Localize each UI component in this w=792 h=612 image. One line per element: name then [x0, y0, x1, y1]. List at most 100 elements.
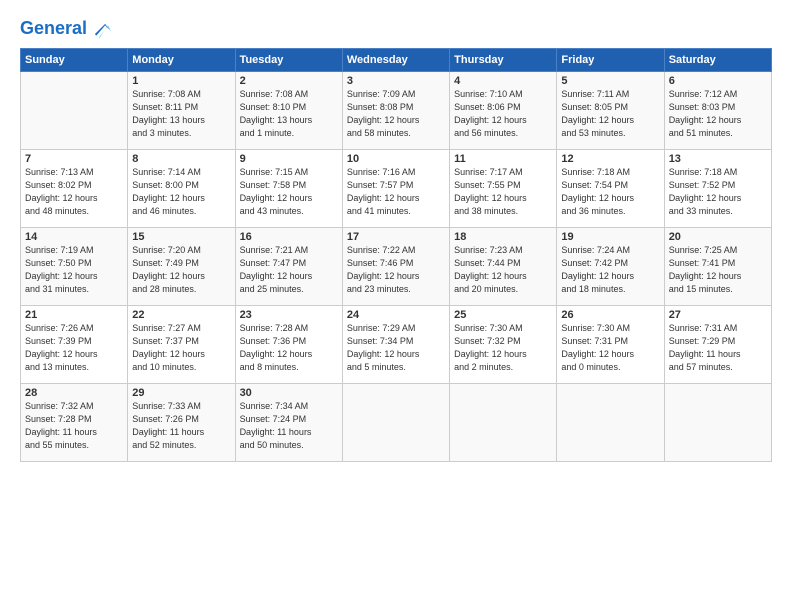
day-number: 3: [347, 75, 445, 87]
day-number: 14: [25, 231, 123, 243]
week-row-3: 14Sunrise: 7:19 AM Sunset: 7:50 PM Dayli…: [21, 228, 772, 306]
page-header: General: [20, 18, 772, 36]
day-info: Sunrise: 7:31 AM Sunset: 7:29 PM Dayligh…: [669, 322, 767, 374]
day-cell: 20Sunrise: 7:25 AM Sunset: 7:41 PM Dayli…: [664, 228, 771, 306]
day-number: 11: [454, 153, 552, 165]
day-cell: 3Sunrise: 7:09 AM Sunset: 8:08 PM Daylig…: [342, 72, 449, 150]
day-number: 5: [561, 75, 659, 87]
day-info: Sunrise: 7:28 AM Sunset: 7:36 PM Dayligh…: [240, 322, 338, 374]
day-cell: 29Sunrise: 7:33 AM Sunset: 7:26 PM Dayli…: [128, 384, 235, 462]
day-info: Sunrise: 7:27 AM Sunset: 7:37 PM Dayligh…: [132, 322, 230, 374]
day-number: 24: [347, 309, 445, 321]
day-cell: 6Sunrise: 7:12 AM Sunset: 8:03 PM Daylig…: [664, 72, 771, 150]
day-info: Sunrise: 7:14 AM Sunset: 8:00 PM Dayligh…: [132, 166, 230, 218]
day-cell: 1Sunrise: 7:08 AM Sunset: 8:11 PM Daylig…: [128, 72, 235, 150]
week-row-4: 21Sunrise: 7:26 AM Sunset: 7:39 PM Dayli…: [21, 306, 772, 384]
day-number: 23: [240, 309, 338, 321]
day-cell: 2Sunrise: 7:08 AM Sunset: 8:10 PM Daylig…: [235, 72, 342, 150]
day-number: 30: [240, 387, 338, 399]
day-cell: 9Sunrise: 7:15 AM Sunset: 7:58 PM Daylig…: [235, 150, 342, 228]
week-row-5: 28Sunrise: 7:32 AM Sunset: 7:28 PM Dayli…: [21, 384, 772, 462]
day-number: 9: [240, 153, 338, 165]
day-number: 4: [454, 75, 552, 87]
day-info: Sunrise: 7:17 AM Sunset: 7:55 PM Dayligh…: [454, 166, 552, 218]
day-cell: 14Sunrise: 7:19 AM Sunset: 7:50 PM Dayli…: [21, 228, 128, 306]
day-cell: 5Sunrise: 7:11 AM Sunset: 8:05 PM Daylig…: [557, 72, 664, 150]
day-info: Sunrise: 7:10 AM Sunset: 8:06 PM Dayligh…: [454, 88, 552, 140]
day-number: 27: [669, 309, 767, 321]
day-cell: 18Sunrise: 7:23 AM Sunset: 7:44 PM Dayli…: [450, 228, 557, 306]
calendar-table: SundayMondayTuesdayWednesdayThursdayFrid…: [20, 48, 772, 462]
day-cell: [664, 384, 771, 462]
day-info: Sunrise: 7:15 AM Sunset: 7:58 PM Dayligh…: [240, 166, 338, 218]
week-row-1: 1Sunrise: 7:08 AM Sunset: 8:11 PM Daylig…: [21, 72, 772, 150]
day-number: 28: [25, 387, 123, 399]
day-cell: 11Sunrise: 7:17 AM Sunset: 7:55 PM Dayli…: [450, 150, 557, 228]
logo-text: General: [20, 18, 87, 40]
day-info: Sunrise: 7:08 AM Sunset: 8:10 PM Dayligh…: [240, 88, 338, 140]
day-cell: 16Sunrise: 7:21 AM Sunset: 7:47 PM Dayli…: [235, 228, 342, 306]
day-cell: 22Sunrise: 7:27 AM Sunset: 7:37 PM Dayli…: [128, 306, 235, 384]
day-info: Sunrise: 7:25 AM Sunset: 7:41 PM Dayligh…: [669, 244, 767, 296]
day-info: Sunrise: 7:30 AM Sunset: 7:32 PM Dayligh…: [454, 322, 552, 374]
day-info: Sunrise: 7:09 AM Sunset: 8:08 PM Dayligh…: [347, 88, 445, 140]
day-info: Sunrise: 7:18 AM Sunset: 7:54 PM Dayligh…: [561, 166, 659, 218]
day-cell: 15Sunrise: 7:20 AM Sunset: 7:49 PM Dayli…: [128, 228, 235, 306]
header-wednesday: Wednesday: [342, 49, 449, 72]
day-cell: 10Sunrise: 7:16 AM Sunset: 7:57 PM Dayli…: [342, 150, 449, 228]
day-number: 25: [454, 309, 552, 321]
day-info: Sunrise: 7:29 AM Sunset: 7:34 PM Dayligh…: [347, 322, 445, 374]
day-number: 6: [669, 75, 767, 87]
day-number: 1: [132, 75, 230, 87]
header-tuesday: Tuesday: [235, 49, 342, 72]
day-number: 8: [132, 153, 230, 165]
week-row-2: 7Sunrise: 7:13 AM Sunset: 8:02 PM Daylig…: [21, 150, 772, 228]
header-monday: Monday: [128, 49, 235, 72]
day-number: 21: [25, 309, 123, 321]
day-info: Sunrise: 7:18 AM Sunset: 7:52 PM Dayligh…: [669, 166, 767, 218]
day-cell: 17Sunrise: 7:22 AM Sunset: 7:46 PM Dayli…: [342, 228, 449, 306]
day-info: Sunrise: 7:24 AM Sunset: 7:42 PM Dayligh…: [561, 244, 659, 296]
header-saturday: Saturday: [664, 49, 771, 72]
day-number: 22: [132, 309, 230, 321]
logo: General: [20, 18, 111, 36]
day-number: 16: [240, 231, 338, 243]
day-number: 17: [347, 231, 445, 243]
day-info: Sunrise: 7:21 AM Sunset: 7:47 PM Dayligh…: [240, 244, 338, 296]
day-info: Sunrise: 7:19 AM Sunset: 7:50 PM Dayligh…: [25, 244, 123, 296]
day-cell: [21, 72, 128, 150]
day-cell: 21Sunrise: 7:26 AM Sunset: 7:39 PM Dayli…: [21, 306, 128, 384]
day-cell: 25Sunrise: 7:30 AM Sunset: 7:32 PM Dayli…: [450, 306, 557, 384]
day-info: Sunrise: 7:34 AM Sunset: 7:24 PM Dayligh…: [240, 400, 338, 452]
day-cell: [342, 384, 449, 462]
calendar-header-row: SundayMondayTuesdayWednesdayThursdayFrid…: [21, 49, 772, 72]
day-info: Sunrise: 7:20 AM Sunset: 7:49 PM Dayligh…: [132, 244, 230, 296]
day-info: Sunrise: 7:22 AM Sunset: 7:46 PM Dayligh…: [347, 244, 445, 296]
day-info: Sunrise: 7:12 AM Sunset: 8:03 PM Dayligh…: [669, 88, 767, 140]
day-cell: 19Sunrise: 7:24 AM Sunset: 7:42 PM Dayli…: [557, 228, 664, 306]
day-number: 2: [240, 75, 338, 87]
day-number: 13: [669, 153, 767, 165]
day-number: 15: [132, 231, 230, 243]
day-cell: 30Sunrise: 7:34 AM Sunset: 7:24 PM Dayli…: [235, 384, 342, 462]
header-sunday: Sunday: [21, 49, 128, 72]
day-number: 12: [561, 153, 659, 165]
day-number: 18: [454, 231, 552, 243]
day-cell: [557, 384, 664, 462]
day-info: Sunrise: 7:30 AM Sunset: 7:31 PM Dayligh…: [561, 322, 659, 374]
day-info: Sunrise: 7:23 AM Sunset: 7:44 PM Dayligh…: [454, 244, 552, 296]
day-info: Sunrise: 7:13 AM Sunset: 8:02 PM Dayligh…: [25, 166, 123, 218]
day-cell: 27Sunrise: 7:31 AM Sunset: 7:29 PM Dayli…: [664, 306, 771, 384]
day-cell: 26Sunrise: 7:30 AM Sunset: 7:31 PM Dayli…: [557, 306, 664, 384]
day-number: 29: [132, 387, 230, 399]
day-cell: 12Sunrise: 7:18 AM Sunset: 7:54 PM Dayli…: [557, 150, 664, 228]
day-cell: [450, 384, 557, 462]
day-cell: 8Sunrise: 7:14 AM Sunset: 8:00 PM Daylig…: [128, 150, 235, 228]
header-thursday: Thursday: [450, 49, 557, 72]
day-info: Sunrise: 7:33 AM Sunset: 7:26 PM Dayligh…: [132, 400, 230, 452]
day-cell: 28Sunrise: 7:32 AM Sunset: 7:28 PM Dayli…: [21, 384, 128, 462]
day-info: Sunrise: 7:16 AM Sunset: 7:57 PM Dayligh…: [347, 166, 445, 218]
day-cell: 13Sunrise: 7:18 AM Sunset: 7:52 PM Dayli…: [664, 150, 771, 228]
header-friday: Friday: [557, 49, 664, 72]
day-info: Sunrise: 7:32 AM Sunset: 7:28 PM Dayligh…: [25, 400, 123, 452]
